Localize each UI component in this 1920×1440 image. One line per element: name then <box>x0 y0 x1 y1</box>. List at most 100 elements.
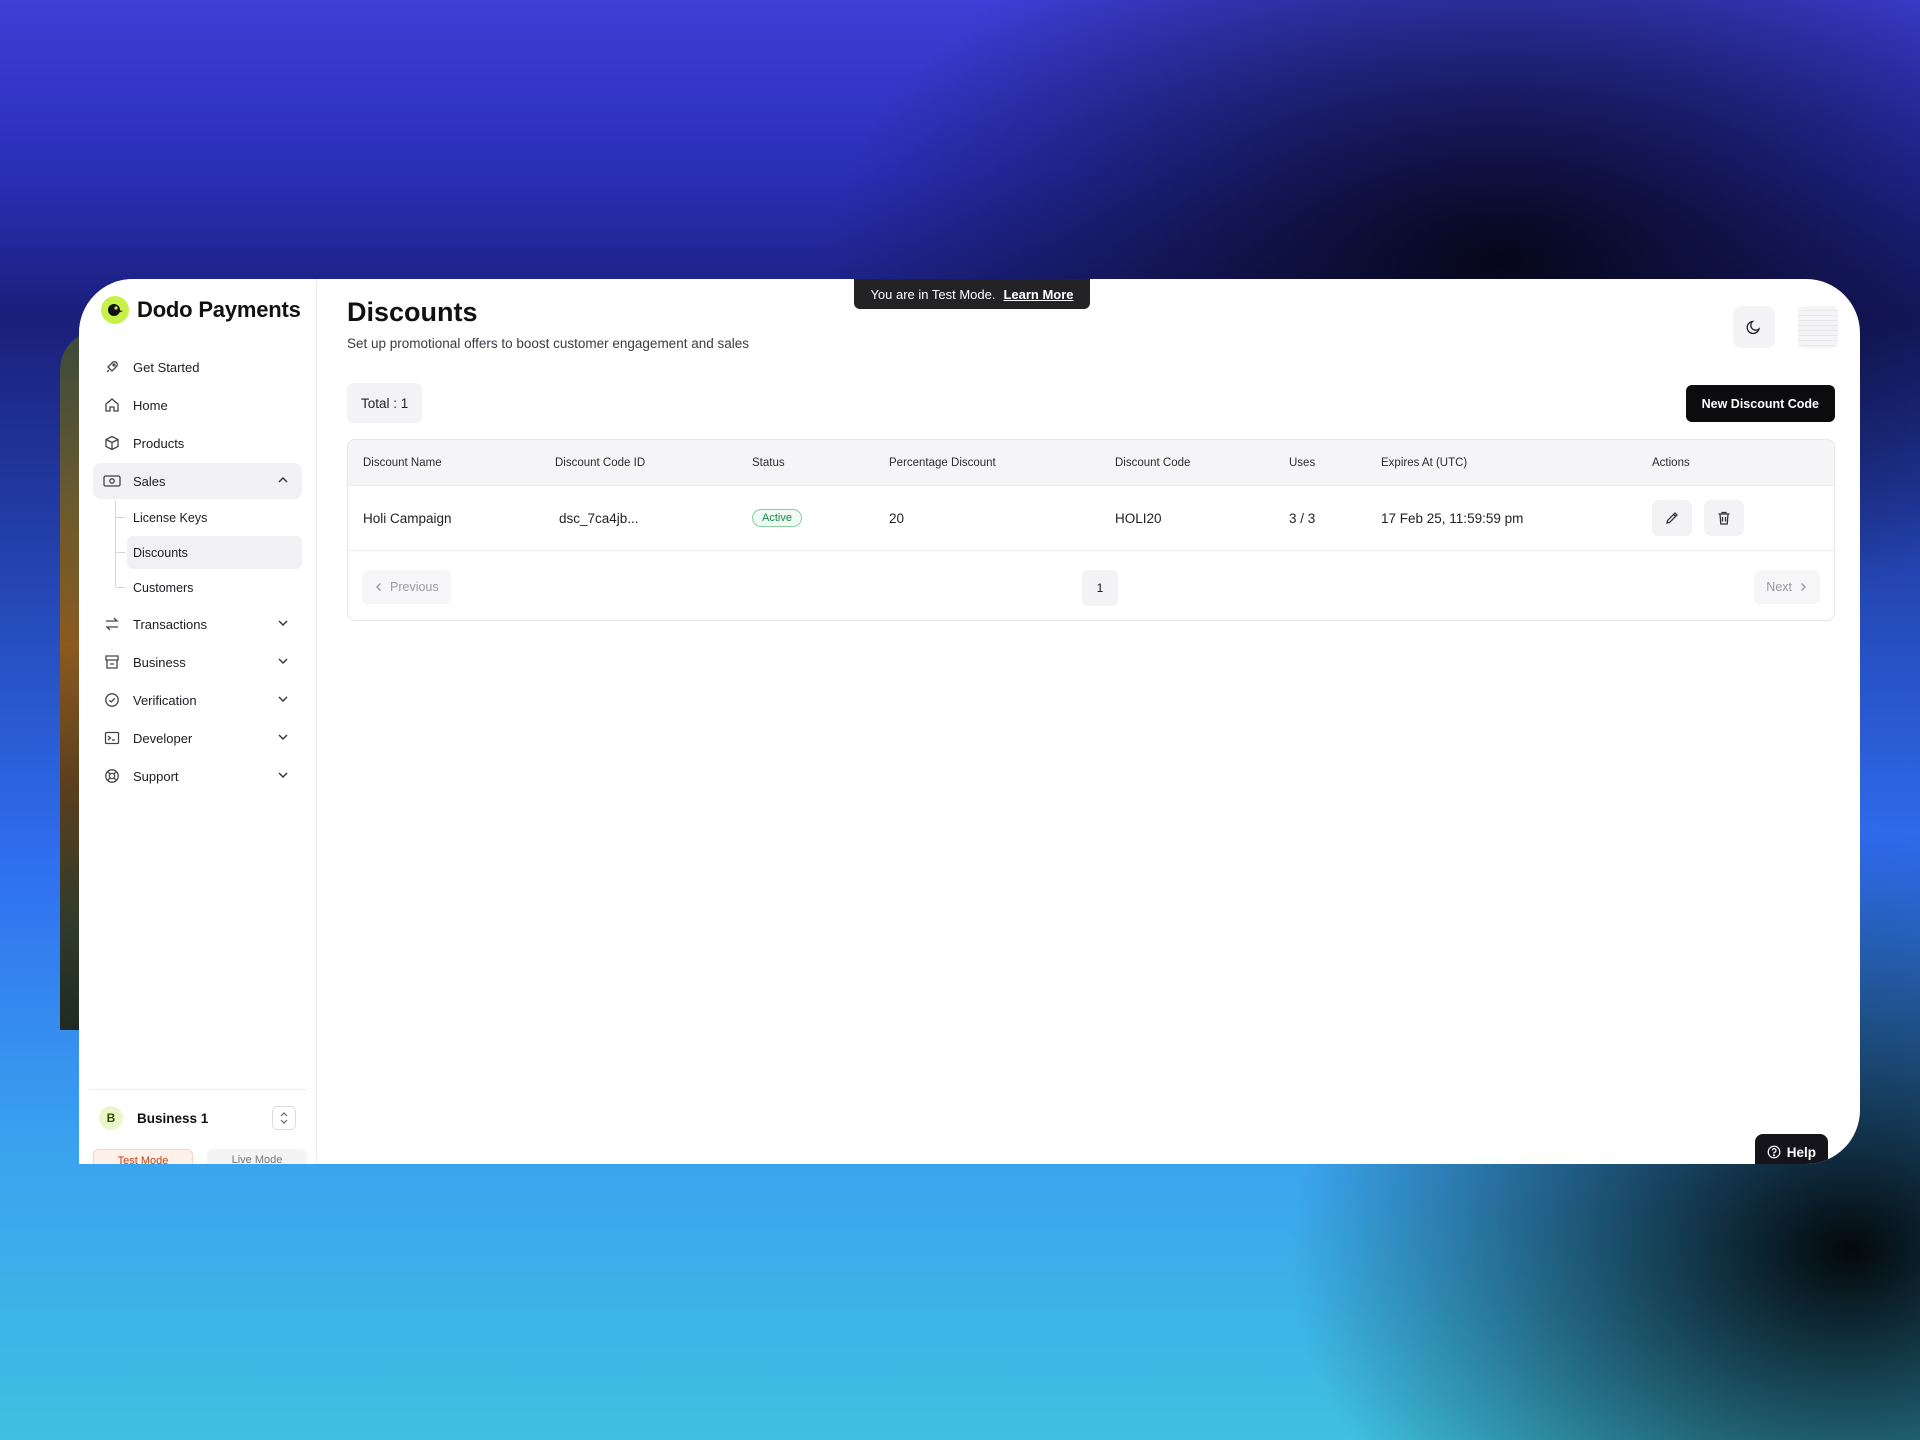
column-header: Discount Code <box>1100 440 1274 486</box>
next-label: Next <box>1766 580 1792 594</box>
chevron-right-icon <box>1801 583 1806 591</box>
sidebar-subitem-label: License Keys <box>133 510 208 525</box>
sidebar-item-customers[interactable]: Customers <box>115 571 302 604</box>
cash-icon <box>103 472 121 490</box>
brand-name: Dodo Payments <box>137 297 301 322</box>
rocket-icon <box>103 358 121 376</box>
brand[interactable]: Dodo Payments <box>101 296 301 324</box>
store-icon <box>103 653 121 671</box>
column-header: Uses <box>1274 440 1366 486</box>
moon-icon <box>1746 320 1761 335</box>
page-preview-thumbnail[interactable] <box>1798 306 1838 348</box>
discounts-table-card: Discount Name Discount Code ID Status Pe… <box>347 439 1835 621</box>
column-header: Discount Name <box>348 440 540 486</box>
sidebar-item-license-keys[interactable]: License Keys <box>115 501 302 534</box>
sales-submenu: License Keys Discounts Customers <box>115 501 302 604</box>
test-mode-button[interactable]: Test Mode <box>93 1149 193 1164</box>
sidebar-item-discounts[interactable]: Discounts <box>115 536 302 569</box>
new-discount-code-button[interactable]: New Discount Code <box>1685 385 1835 422</box>
previous-label: Previous <box>390 580 439 594</box>
discount-code-id-cell[interactable]: dsc_7ca4jb... <box>540 485 737 551</box>
learn-more-link[interactable]: Learn More <box>1003 287 1073 302</box>
chevron-up-icon <box>278 477 288 483</box>
theme-toggle-button[interactable] <box>1733 306 1775 348</box>
sidebar-item-label: Get Started <box>133 359 200 375</box>
total-count: Total : 1 <box>347 383 423 423</box>
sidebar-item-label: Home <box>133 397 168 413</box>
help-circle-icon <box>1767 1145 1781 1159</box>
arrows-icon <box>103 615 121 633</box>
previous-page-button[interactable]: Previous <box>362 570 451 604</box>
pagination: Previous 1 Next <box>348 565 1834 606</box>
column-header: Percentage Discount <box>874 440 1100 486</box>
sidebar-item-products[interactable]: Products <box>93 425 302 461</box>
dodo-logo-icon <box>101 296 129 324</box>
edit-button[interactable] <box>1652 500 1692 536</box>
sidebar-item-label: Verification <box>133 692 197 708</box>
sidebar-item-verification[interactable]: Verification <box>93 682 302 718</box>
sidebar-item-developer[interactable]: Developer <box>93 720 302 756</box>
trash-icon <box>1718 511 1730 525</box>
help-label: Help <box>1786 1144 1816 1160</box>
column-header: Expires At (UTC) <box>1366 440 1637 486</box>
home-icon <box>103 396 121 414</box>
sidebar-item-label: Sales <box>133 473 166 489</box>
business-avatar: B <box>99 1106 123 1130</box>
sidebar-item-label: Developer <box>133 730 193 746</box>
sidebar-item-label: Business <box>133 654 186 670</box>
actions-cell <box>1637 485 1834 551</box>
test-mode-banner: You are in Test Mode. Learn More <box>854 279 1090 309</box>
table-header-row: Discount Name Discount Code ID Status Pe… <box>348 440 1834 486</box>
discount-code-cell: HOLI20 <box>1100 485 1274 551</box>
app-window: Dodo Payments Get Started Home Products … <box>79 279 1860 1164</box>
next-page-button[interactable]: Next <box>1754 570 1820 604</box>
sidebar: Dodo Payments Get Started Home Products … <box>79 279 317 1164</box>
discount-name-cell: Holi Campaign <box>348 485 540 551</box>
page-number[interactable]: 1 <box>1082 570 1118 606</box>
sidebar-item-label: Products <box>133 435 185 451</box>
column-header: Discount Code ID <box>540 440 737 486</box>
sidebar-item-home[interactable]: Home <box>93 387 302 423</box>
badge-check-icon <box>103 691 121 709</box>
sidebar-nav: Get Started Home Products Sales License … <box>93 349 302 796</box>
discount-code-id: dsc_7ca4jb... <box>559 510 639 526</box>
page-title: Discounts <box>347 297 478 327</box>
terminal-icon <box>103 729 121 747</box>
sidebar-item-label: Support <box>133 768 179 784</box>
sidebar-item-label: Transactions <box>133 616 207 632</box>
chevron-left-icon <box>376 583 381 591</box>
banner-text: You are in Test Mode. <box>870 286 996 302</box>
status-cell: Active <box>737 485 874 551</box>
live-mode-button[interactable]: Live Mode <box>207 1149 307 1164</box>
chevron-down-icon <box>278 620 288 626</box>
discounts-table: Discount Name Discount Code ID Status Pe… <box>348 440 1834 551</box>
chevron-down-icon <box>278 734 288 740</box>
expires-cell: 17 Feb 25, 11:59:59 pm <box>1366 485 1637 551</box>
help-button[interactable]: Help <box>1754 1134 1828 1164</box>
page-subtitle: Set up promotional offers to boost custo… <box>347 336 749 351</box>
delete-button[interactable] <box>1703 500 1744 536</box>
pencil-icon <box>1666 512 1678 524</box>
column-header: Actions <box>1637 440 1834 486</box>
business-switcher[interactable]: B Business 1 <box>89 1096 306 1140</box>
uses-cell: 3 / 3 <box>1274 485 1366 551</box>
sidebar-item-business[interactable]: Business <box>93 644 302 680</box>
status-badge: Active <box>752 509 802 527</box>
sidebar-item-get-started[interactable]: Get Started <box>93 349 302 385</box>
lifebuoy-icon <box>103 767 121 785</box>
sidebar-item-support[interactable]: Support <box>93 758 302 794</box>
box-icon <box>103 434 121 452</box>
chevron-down-icon <box>278 772 288 778</box>
business-name: Business 1 <box>137 1110 209 1126</box>
mode-toggle: Test Mode Live Mode <box>93 1149 307 1164</box>
chevron-down-icon <box>278 658 288 664</box>
chevrons-up-down-icon[interactable] <box>272 1106 296 1130</box>
sidebar-subitem-label: Discounts <box>133 545 188 560</box>
sidebar-footer: B Business 1 <box>89 1089 306 1140</box>
sidebar-subitem-label: Customers <box>133 580 194 595</box>
table-row[interactable]: Holi Campaign dsc_7ca4jb... Active 20 HO… <box>348 485 1834 551</box>
sidebar-item-transactions[interactable]: Transactions <box>93 606 302 642</box>
column-header: Status <box>737 440 874 486</box>
sidebar-item-sales[interactable]: Sales <box>93 463 302 499</box>
chevron-down-icon <box>278 696 288 702</box>
